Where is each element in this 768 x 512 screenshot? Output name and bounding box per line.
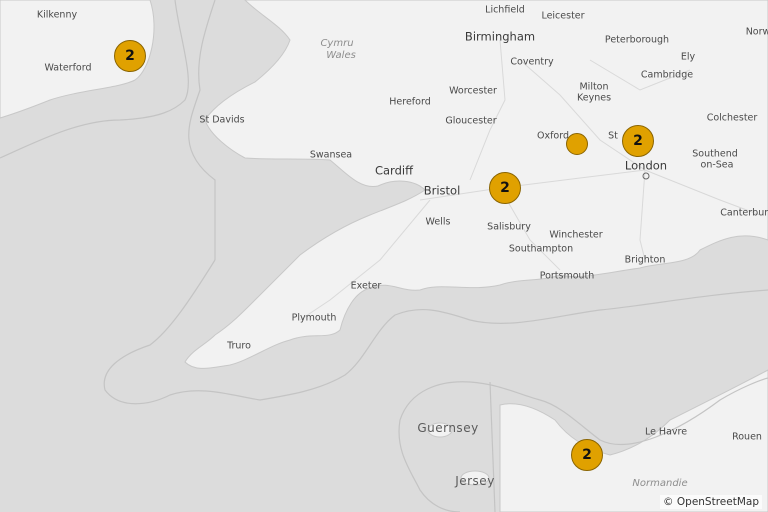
- place-label: Cambridge: [640, 69, 694, 81]
- place-label: Ely: [680, 51, 696, 63]
- place-label: Bristol: [423, 183, 461, 198]
- place-label: Plymouth: [291, 312, 337, 324]
- place-label: Exeter: [350, 280, 382, 292]
- region-label: Cymru: [320, 38, 354, 49]
- place-label: Norw: [745, 26, 768, 38]
- place-label: Colchester: [706, 112, 758, 124]
- place-label: Waterford: [44, 62, 92, 74]
- place-label: Guernsey: [417, 421, 479, 435]
- place-label: Swansea: [309, 149, 353, 161]
- cluster-marker[interactable]: 2: [571, 439, 603, 471]
- place-label: Wells: [425, 216, 451, 228]
- place-label: Coventry: [510, 56, 554, 68]
- place-label: Southampton: [508, 243, 574, 255]
- place-label: Truro: [227, 340, 251, 352]
- map-view[interactable]: Kilkenny Waterford Lichfield Leicester N…: [0, 0, 768, 512]
- place-label: Jersey: [455, 474, 495, 488]
- place-label: Leicester: [541, 10, 585, 22]
- place-label: Kilkenny: [36, 9, 78, 21]
- place-label: Peterborough: [604, 34, 670, 46]
- cluster-marker[interactable]: 2: [622, 125, 654, 157]
- cluster-marker[interactable]: [566, 133, 588, 155]
- place-label: Salisbury: [487, 221, 531, 233]
- place-label: Worcester: [449, 85, 497, 97]
- place-label: Birmingham: [464, 29, 536, 44]
- place-label: Winchester: [549, 229, 603, 241]
- place-label: Gloucester: [445, 115, 497, 127]
- place-label: Southend: [692, 148, 738, 160]
- place-label: St Davids: [199, 114, 245, 126]
- place-label: Cardiff: [374, 163, 414, 178]
- place-label: Keynes: [576, 92, 612, 104]
- place-label: on-Sea: [700, 159, 734, 171]
- place-label: Portsmouth: [539, 270, 595, 282]
- cluster-marker[interactable]: 2: [114, 40, 146, 72]
- place-label: Lichfield: [485, 4, 525, 16]
- cluster-marker[interactable]: 2: [489, 172, 521, 204]
- region-label: Wales: [326, 50, 356, 61]
- attribution[interactable]: © OpenStreetMap: [660, 495, 762, 509]
- place-label: St: [608, 130, 618, 142]
- region-label: Normandie: [632, 478, 688, 489]
- place-label: Oxford: [536, 130, 570, 142]
- place-label: Milton: [579, 81, 609, 93]
- place-label: Canterbury: [720, 207, 768, 219]
- place-label: London: [624, 158, 668, 173]
- place-label: Hereford: [389, 96, 431, 108]
- place-label: Brighton: [624, 254, 666, 266]
- place-label: Le Havre: [644, 426, 688, 438]
- place-label: Rouen: [732, 431, 762, 443]
